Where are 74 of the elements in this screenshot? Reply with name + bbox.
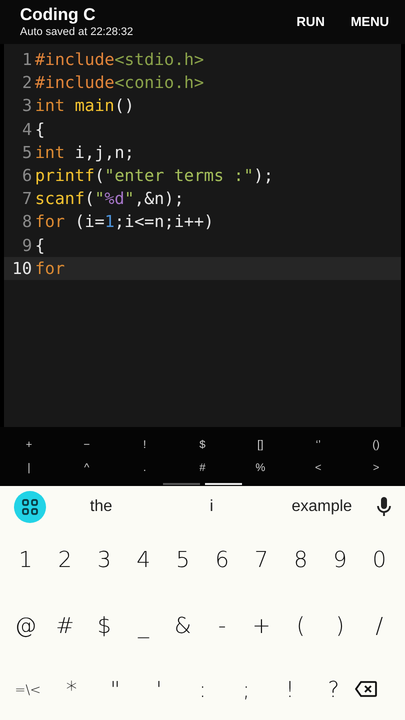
keyboard-key[interactable]: - (202, 608, 242, 644)
keyboard-key[interactable]: ( (281, 608, 320, 644)
keyboard-key[interactable]: 6 (202, 542, 242, 578)
symbol-key[interactable]: ‘’ (308, 436, 328, 453)
keyboard-key[interactable]: _ (124, 608, 164, 644)
symbol-key[interactable]: # (192, 460, 212, 476)
line-number: 2 (21, 73, 33, 92)
code-editor[interactable]: 1 #include<stdio.h> 2 #include<conio.h> 3 int main() 4 { 5 int i,j,n; 6 printf("enter terms :"); 7 scanf("%d",&n); 8 for (i=1;i<=n;i++) 9 { 10 for (4, 44, 401, 428)
symbol-key[interactable]: < (308, 460, 328, 476)
line-number: 9 (21, 236, 33, 255)
keyboard-key[interactable]: =\< (6, 676, 50, 704)
grid-icon (22, 499, 38, 515)
keyboard-key[interactable]: 0 (360, 542, 399, 578)
line-number: 7 (21, 189, 33, 208)
line-number: 8 (21, 212, 33, 232)
symbol-key[interactable]: () (366, 436, 386, 453)
symbol-key[interactable]: % (250, 460, 270, 476)
code-line: { (35, 120, 45, 139)
code-line: for (i=1;i<=n;i++) (35, 212, 214, 232)
symbol-key[interactable]: | (18, 460, 39, 476)
autosave-status: Auto saved at 22:28:32 (20, 24, 134, 39)
keyboard-key[interactable]: 2 (45, 542, 85, 578)
line-number: 4 (21, 120, 33, 139)
symbol-key[interactable]: + (18, 436, 39, 453)
keyboard-key[interactable]: " (93, 672, 138, 708)
keyboard-key[interactable]: 3 (84, 542, 124, 578)
app-title: Coding C (20, 4, 97, 25)
code-line: { (35, 236, 45, 255)
symbol-key[interactable]: > (366, 460, 386, 476)
code-line: for (35, 258, 65, 278)
keyboard-key[interactable]: ) (320, 608, 360, 644)
keyboard-key[interactable]: ? (312, 672, 356, 708)
code-line: int main() (35, 96, 134, 116)
word-suggestion[interactable]: example (266, 494, 377, 520)
keyboard-key[interactable]: ' (137, 672, 181, 708)
symbol-key[interactable]: [] (250, 436, 270, 453)
keyboard-key[interactable]: 4 (124, 542, 164, 578)
keyboard-key[interactable]: ; (224, 672, 268, 708)
keyboard-key[interactable]: 7 (242, 542, 282, 578)
line-number: 3 (21, 96, 33, 116)
app-bar-action[interactable]: MENU (350, 10, 389, 34)
keyboard-key[interactable]: 9 (320, 542, 360, 578)
backspace-icon (355, 680, 378, 696)
line-number: 1 (21, 50, 33, 70)
code-line: int i,j,n; (35, 142, 134, 162)
keyboard-key[interactable]: # (45, 608, 85, 644)
code-line: printf("enter terms :"); (35, 166, 274, 186)
keyboard-key[interactable]: $ (84, 608, 124, 644)
symbol-key[interactable]: $ (192, 436, 212, 453)
keyboard-key[interactable]: & (163, 608, 202, 644)
line-number: 5 (21, 142, 33, 162)
keyboard-key[interactable]: ! (268, 672, 312, 708)
keyboard-key[interactable]: 1 (6, 542, 46, 578)
code-line: #include<conio.h> (35, 73, 204, 92)
word-suggestion[interactable]: the (46, 494, 156, 520)
keyboard-key[interactable]: 8 (281, 542, 320, 578)
symbol-key[interactable]: . (134, 460, 155, 476)
keyboard-key[interactable]: : (180, 672, 224, 708)
app-bar-action[interactable]: RUN (296, 10, 325, 34)
symbol-key[interactable]: ^ (76, 460, 97, 476)
code-line: scanf("%d",&n); (35, 189, 184, 208)
keyboard-key[interactable]: * (50, 672, 94, 708)
symbol-key[interactable]: ! (134, 436, 155, 453)
microphone-icon[interactable] (376, 497, 391, 517)
keyboard-key[interactable]: / (360, 608, 399, 644)
keyboard-key[interactable]: 5 (163, 542, 202, 578)
line-number: 10 (11, 258, 33, 278)
keyboard-key[interactable]: + (242, 608, 282, 644)
code-line: #include<stdio.h> (35, 50, 204, 70)
symbol-key[interactable]: − (76, 436, 97, 453)
keyboard-key[interactable]: @ (6, 608, 46, 644)
word-suggestion[interactable]: i (156, 494, 267, 520)
line-number: 6 (21, 166, 33, 186)
apps-button[interactable] (14, 491, 46, 523)
